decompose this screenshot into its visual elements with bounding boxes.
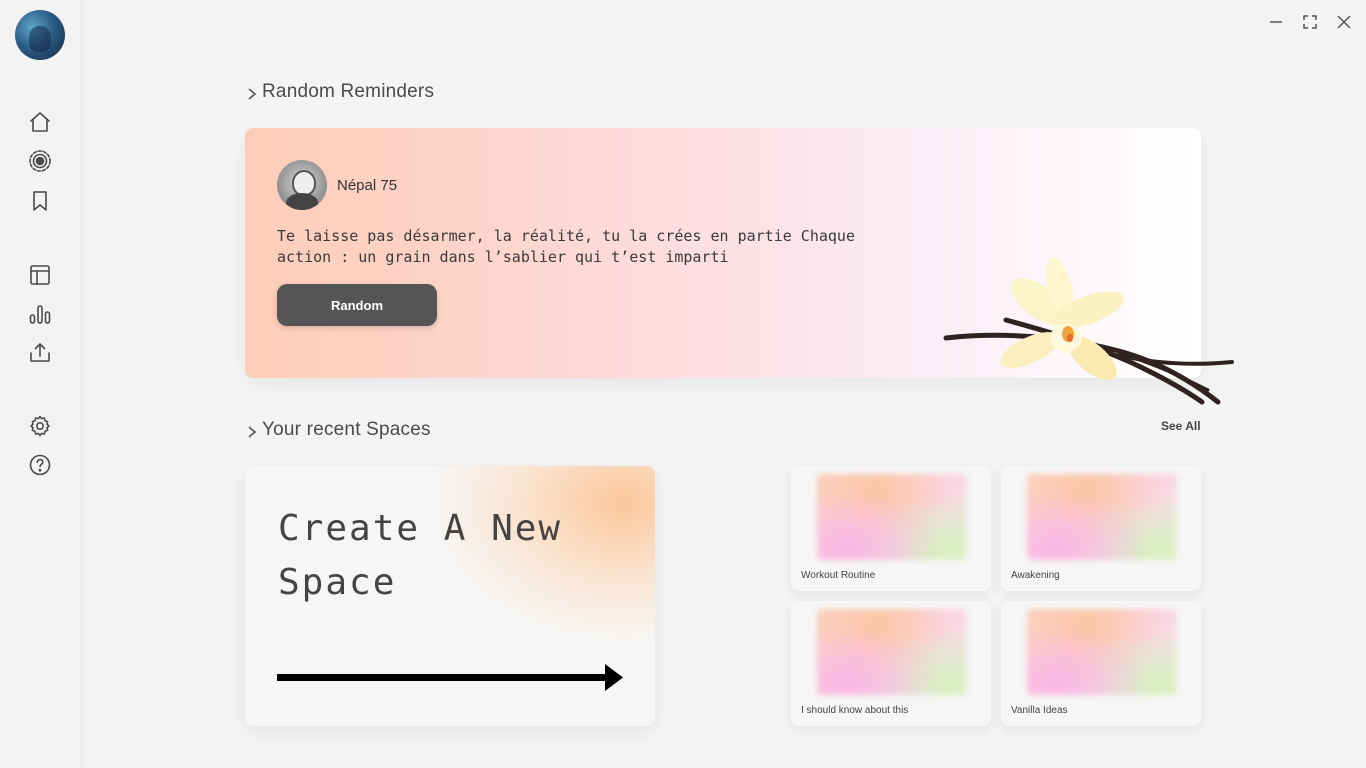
space-tile-vanilla-ideas[interactable]: Vanilla Ideas (1001, 601, 1201, 726)
create-title-line-2: Space (278, 562, 397, 603)
create-space-title: Create A New Space (278, 502, 618, 610)
bar-chart-icon[interactable] (27, 301, 53, 327)
spaces-section-title[interactable]: Your recent Spaces (246, 419, 431, 441)
random-button[interactable]: Random (277, 284, 437, 326)
spaces-title-text: Your recent Spaces (262, 419, 431, 440)
space-thumbnail (1027, 474, 1177, 560)
see-all-link[interactable]: See All (1161, 419, 1201, 433)
settings-icon[interactable] (27, 413, 53, 439)
bookmark-icon[interactable] (27, 188, 53, 214)
create-new-space-card[interactable]: Create A New Space (245, 466, 655, 726)
space-tile-i-should-know[interactable]: I should know about this (791, 601, 991, 726)
space-thumbnail (1027, 609, 1177, 695)
layout-icon[interactable] (27, 262, 53, 288)
quote-text: Te laisse pas désarmer, la réalité, tu l… (277, 226, 917, 268)
author-avatar (277, 160, 327, 210)
space-label: Awakening (1011, 570, 1060, 581)
space-tile-awakening[interactable]: Awakening (1001, 466, 1201, 591)
close-icon[interactable] (1332, 10, 1356, 34)
space-label: Vanilla Ideas (1011, 705, 1068, 716)
minimize-icon[interactable] (1264, 10, 1288, 34)
reminders-section-title[interactable]: Random Reminders (246, 81, 434, 103)
home-icon[interactable] (27, 109, 53, 135)
help-icon[interactable] (27, 452, 53, 478)
space-tile-workout-routine[interactable]: Workout Routine (791, 466, 991, 591)
sidebar (0, 0, 80, 768)
maximize-icon[interactable] (1298, 10, 1322, 34)
vanilla-flower-illustration (943, 256, 1234, 405)
author-name: Népal 75 (337, 177, 398, 194)
space-label: I should know about this (801, 705, 909, 716)
quote-line-1: Te laisse pas désarmer, la réalité, tu l… (277, 227, 855, 245)
share-icon[interactable] (27, 340, 53, 366)
user-avatar[interactable] (15, 10, 65, 60)
space-thumbnail (817, 474, 967, 560)
target-icon[interactable] (27, 148, 53, 174)
reminders-title-text: Random Reminders (262, 81, 435, 102)
quote-line-2: action : un grain dans l’sablier qui t’e… (277, 248, 729, 266)
create-title-line-1: Create A New (278, 508, 563, 549)
space-label: Workout Routine (801, 570, 876, 581)
arrow-right-icon (277, 664, 623, 691)
chevron-right-icon (246, 85, 258, 100)
chevron-right-icon (246, 423, 258, 438)
space-thumbnail (817, 609, 967, 695)
